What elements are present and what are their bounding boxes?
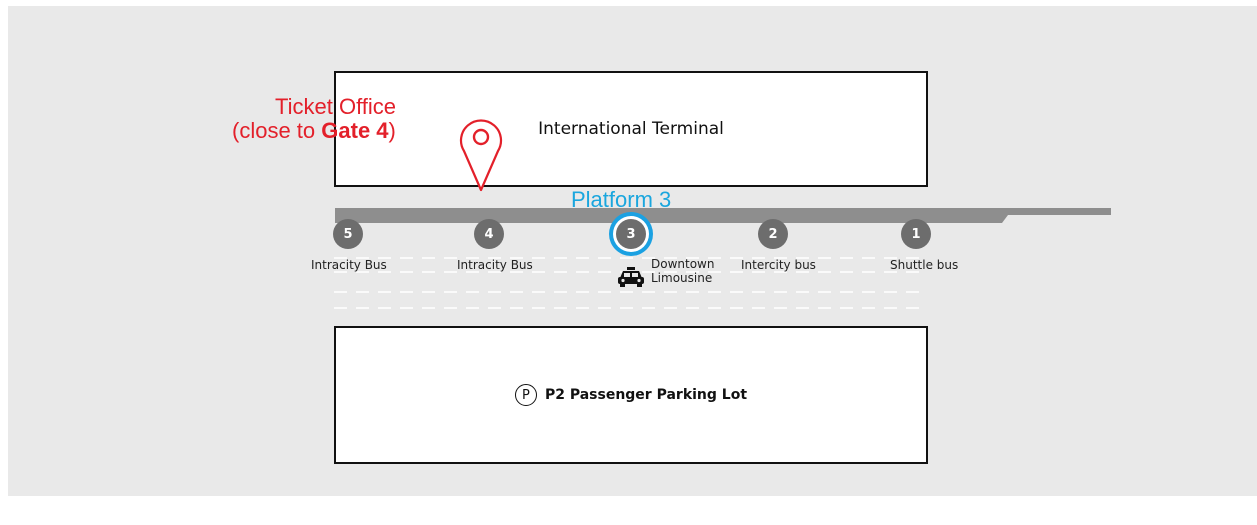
parking-label: P2 Passenger Parking Lot bbox=[544, 387, 748, 403]
gate-5-label: Intracity Bus bbox=[311, 258, 387, 272]
gate-4-number: 4 bbox=[484, 226, 494, 242]
taxi-icon bbox=[618, 267, 644, 287]
gate-1-number: 1 bbox=[911, 226, 921, 242]
ticket-office-title: Ticket Office bbox=[275, 94, 397, 119]
gate-4-label: Intracity Bus bbox=[457, 258, 533, 272]
gate-3-label-line1: Downtown bbox=[651, 257, 715, 271]
ticket-office-subtitle-suffix: ) bbox=[388, 118, 396, 143]
ticket-office-subtitle-prefix: (close to bbox=[232, 118, 322, 143]
platform-curb bbox=[335, 208, 1111, 223]
gate-3-label-line2: Limousine bbox=[651, 271, 713, 285]
map-canvas: International Terminal 5 Intracity Bus 4… bbox=[8, 6, 1257, 496]
ticket-office-gate-ref: Gate 4 bbox=[321, 118, 389, 143]
gate-2-number: 2 bbox=[768, 226, 778, 242]
parking-icon: P bbox=[514, 384, 537, 406]
gate-5-marker[interactable]: 5 bbox=[333, 219, 363, 249]
gate-2-marker[interactable]: 2 bbox=[758, 219, 788, 249]
gate-3-marker[interactable]: 3 bbox=[616, 219, 646, 249]
platform-3-label: Platform 3 bbox=[571, 187, 672, 212]
gate-1-label: Shuttle bus bbox=[890, 258, 959, 272]
location-pin-icon bbox=[459, 119, 503, 192]
gate-5-number: 5 bbox=[343, 226, 353, 242]
gate-3-number: 3 bbox=[626, 226, 636, 242]
gate-2-label: Intercity bus bbox=[741, 258, 816, 272]
gate-1-marker[interactable]: 1 bbox=[901, 219, 931, 249]
ticket-office-subtitle: (close to Gate 4) bbox=[232, 118, 396, 144]
gate-4-marker[interactable]: 4 bbox=[474, 219, 504, 249]
gate-3-label: Downtown Limousine bbox=[651, 257, 714, 285]
p2-parking-lot: P P2 Passenger Parking Lot bbox=[334, 326, 928, 464]
